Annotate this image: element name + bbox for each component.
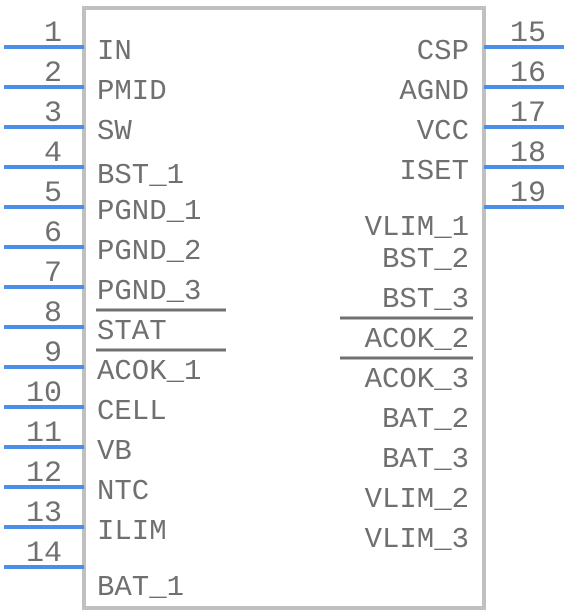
ic-symbol: 1 IN 2 PMID 3 SW 4 BST_1 5 PGND_1 6 PGND_2 7 PGND_3 8 S… xyxy=(4,6,564,610)
pin-label-bst-3: BST_3 xyxy=(382,283,469,316)
pin-number: 12 xyxy=(26,457,62,491)
pin-number: 6 xyxy=(44,217,62,251)
pin-label-stat: STAT xyxy=(97,315,167,348)
pin-label-bst-2: BST_2 xyxy=(382,243,469,276)
pin-label-in: IN xyxy=(97,35,132,68)
pin-label-pmid: PMID xyxy=(97,75,167,108)
pin-label-vlim-1: VLIM_1 xyxy=(365,211,469,244)
internal-label: BST_3 xyxy=(382,283,469,316)
pin-label-vlim-3: VLIM_3 xyxy=(365,523,469,556)
pin-number: 14 xyxy=(26,537,62,571)
pin-number: 9 xyxy=(44,337,62,371)
pin-label-vlim-2: VLIM_2 xyxy=(365,483,469,516)
pin-label-agnd: AGND xyxy=(399,75,469,108)
pin-number: 15 xyxy=(510,17,546,51)
pin-number: 8 xyxy=(44,297,62,331)
pin-label-pgnd-1: PGND_1 xyxy=(97,195,201,228)
pin-number: 13 xyxy=(26,497,62,531)
pin-label-bat-3: BAT_3 xyxy=(382,443,469,476)
pin-number: 4 xyxy=(44,137,62,171)
pin-label-acok-3: ACOK_3 xyxy=(365,363,469,396)
pin-label-cell: CELL xyxy=(97,395,167,428)
pin-label-bat-1: BAT_1 xyxy=(97,571,184,604)
internal-label: BST_2 xyxy=(382,243,469,276)
internal-label: VLIM_3 xyxy=(365,523,469,556)
pin-label-pgnd-2: PGND_2 xyxy=(97,235,201,268)
pin-label-csp: CSP xyxy=(417,35,469,68)
pin-number: 17 xyxy=(510,97,546,131)
pin-number: 11 xyxy=(26,417,62,451)
pin-label-pgnd-3: PGND_3 xyxy=(97,275,201,308)
pin-number: 1 xyxy=(44,17,62,51)
pin-number: 18 xyxy=(510,137,546,171)
pin-label-bat-2: BAT_2 xyxy=(382,403,469,436)
pin-label-ntc: NTC xyxy=(97,475,149,508)
pin-number: 3 xyxy=(44,97,62,131)
internal-label: BAT_2 xyxy=(382,403,469,436)
pin-label-acok-1: ACOK_1 xyxy=(97,355,201,388)
pin-label-iset: ISET xyxy=(399,155,469,188)
internal-label: BAT_3 xyxy=(382,443,469,476)
pin-label-vb: VB xyxy=(97,435,132,468)
pin-number: 16 xyxy=(510,57,546,91)
pin-label-sw: SW xyxy=(97,115,132,148)
pin-number: 2 xyxy=(44,57,62,91)
pin-number: 5 xyxy=(44,177,62,211)
pin-number: 19 xyxy=(510,177,546,211)
pin-number: 7 xyxy=(44,257,62,291)
pin-label-bst-1: BST_1 xyxy=(97,159,184,192)
pin-number: 10 xyxy=(26,377,62,411)
pin-label-vcc: VCC xyxy=(417,115,469,148)
internal-label: VLIM_2 xyxy=(365,483,469,516)
pin-label-ilim: ILIM xyxy=(97,515,167,548)
pin-label-acok-2: ACOK_2 xyxy=(365,323,469,356)
